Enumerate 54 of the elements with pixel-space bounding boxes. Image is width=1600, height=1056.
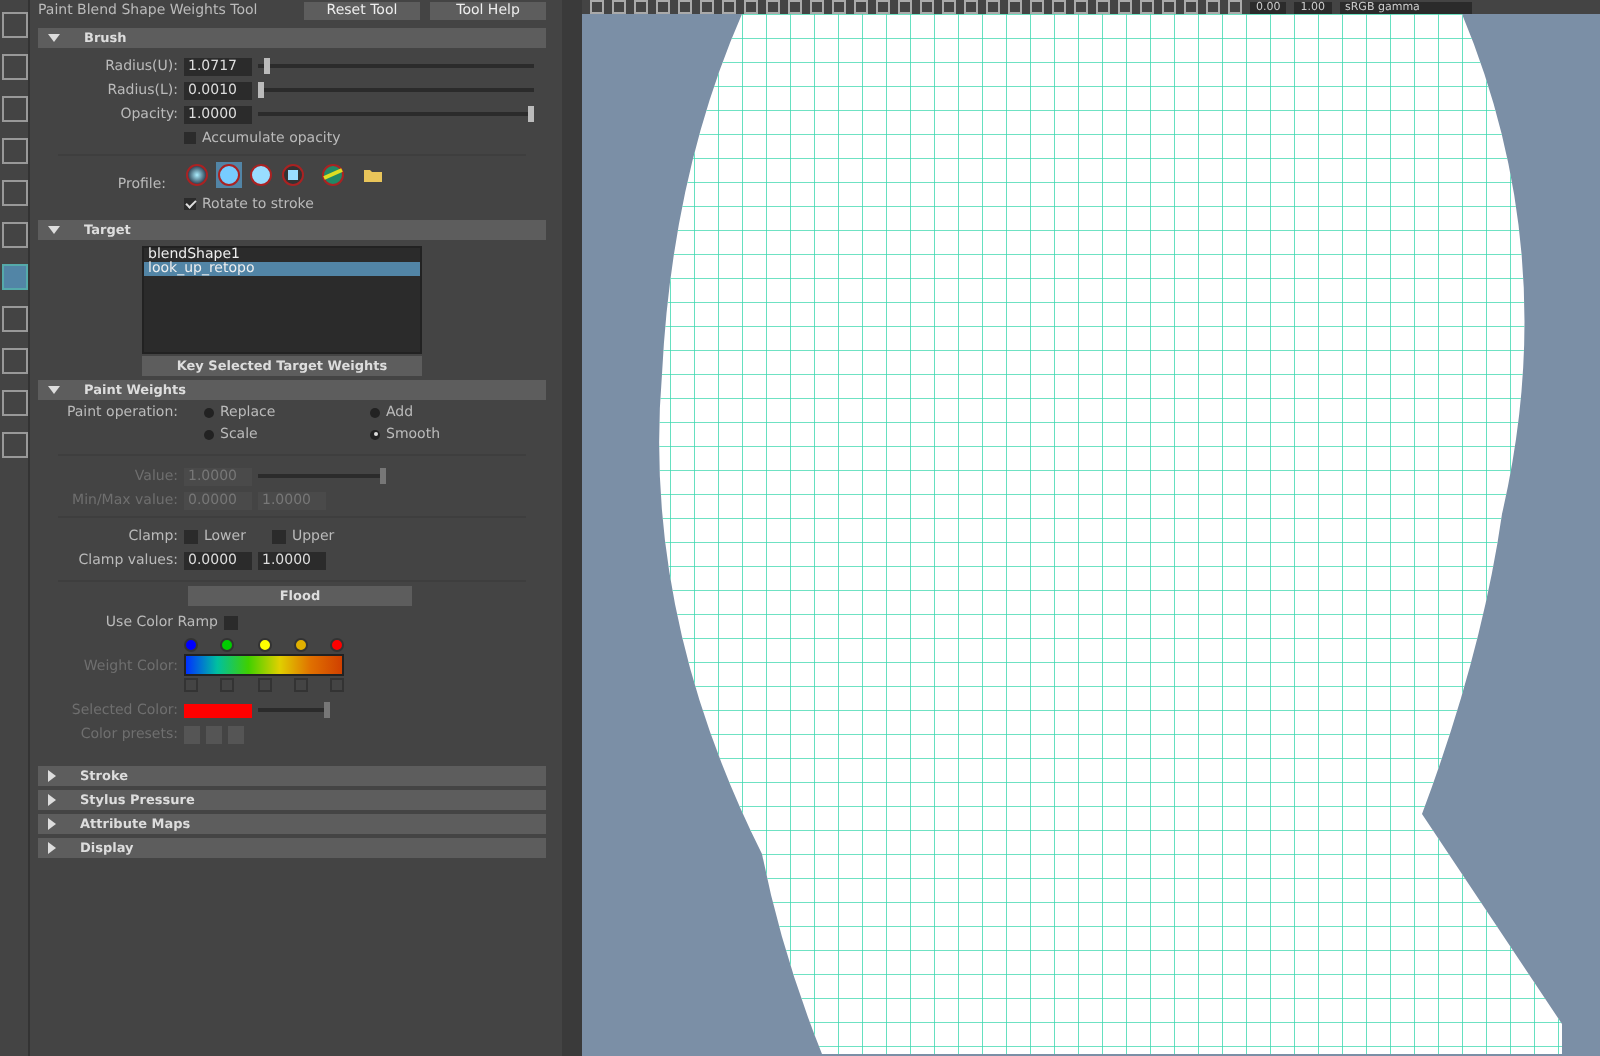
expand-arrow-icon[interactable]	[48, 770, 56, 782]
slider-thumb[interactable]	[263, 58, 270, 74]
image-brush-icon	[322, 163, 344, 185]
color-swatch[interactable]	[184, 703, 252, 717]
color-stop[interactable]	[293, 638, 308, 652]
tool-icon[interactable]	[1, 306, 27, 332]
checkbox[interactable]	[184, 198, 196, 210]
tool-icon[interactable]	[1, 54, 27, 80]
profile-button[interactable]	[320, 161, 346, 187]
expand-arrow-icon[interactable]	[48, 226, 60, 234]
color-ramp[interactable]	[184, 654, 344, 676]
profile-button[interactable]	[248, 161, 274, 187]
checkbox[interactable]	[184, 132, 196, 144]
checkbox[interactable]	[184, 529, 198, 543]
color-stop[interactable]	[184, 638, 198, 652]
radio-button[interactable]	[204, 429, 214, 439]
slider-thumb[interactable]	[324, 702, 330, 718]
radio-button[interactable]	[370, 429, 380, 439]
checkbox[interactable]	[224, 615, 238, 629]
radio-button[interactable]	[204, 407, 214, 417]
expand-arrow-icon[interactable]	[48, 818, 56, 830]
expand-arrow-icon[interactable]	[48, 386, 60, 394]
folder-icon	[364, 167, 382, 181]
solid-brush-icon	[250, 163, 272, 185]
expand-arrow-icon[interactable]	[48, 34, 60, 42]
slider-thumb[interactable]	[258, 82, 264, 98]
tool-icon[interactable]	[1, 432, 27, 458]
profile-button[interactable]	[184, 161, 210, 187]
checkbox[interactable]	[271, 529, 286, 543]
tool-icon[interactable]	[1, 96, 27, 122]
color-stop[interactable]	[220, 638, 235, 652]
expand-arrow-icon[interactable]	[48, 842, 56, 854]
tool-icon[interactable]	[1, 390, 27, 416]
color-stop-marker[interactable]	[220, 678, 235, 692]
expand-arrow-icon[interactable]	[48, 794, 56, 806]
tool-icon[interactable]	[1, 138, 27, 164]
color-stop-marker[interactable]	[257, 678, 271, 692]
color-stop-marker[interactable]	[330, 678, 344, 692]
radio-button[interactable]	[370, 407, 380, 417]
color-stop-marker[interactable]	[293, 678, 308, 692]
square-brush-icon	[282, 163, 304, 185]
tool-icon[interactable]	[1, 180, 27, 206]
color-stop[interactable]	[330, 638, 344, 652]
soft-brush-icon	[186, 163, 208, 185]
tool-icon[interactable]	[1, 348, 27, 374]
tool-icon[interactable]	[1, 12, 27, 38]
slider-thumb[interactable]	[528, 106, 534, 122]
paint-tool-icon[interactable]	[1, 264, 27, 290]
profile-button[interactable]	[216, 161, 242, 187]
profile-button[interactable]	[280, 161, 306, 187]
color-stop[interactable]	[257, 638, 271, 652]
gaussian-brush-icon	[218, 163, 240, 185]
color-stop-marker[interactable]	[184, 678, 198, 692]
tool-icon[interactable]	[1, 222, 27, 248]
